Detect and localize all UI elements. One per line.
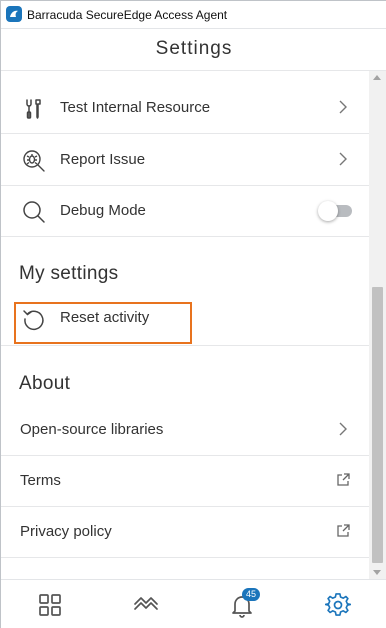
terms-label: Terms	[20, 472, 61, 489]
terms-row[interactable]: Terms	[1, 456, 369, 507]
debug-mode-label: Debug Mode	[60, 202, 146, 219]
notification-count-badge: 45	[242, 588, 260, 601]
privacy-policy-row[interactable]: Privacy policy	[1, 507, 369, 558]
external-link-icon	[335, 472, 351, 488]
debug-mode-row: Debug Mode	[1, 186, 369, 237]
toggle-knob	[318, 201, 338, 221]
privacy-policy-label: Privacy policy	[20, 523, 112, 540]
app-window: Barracuda SecureEdge Access Agent Settin…	[0, 0, 386, 628]
page-title: Settings	[155, 38, 233, 59]
debug-mode-toggle[interactable]	[318, 201, 352, 221]
highlight-box	[14, 302, 192, 344]
activity-chart-icon[interactable]	[133, 592, 159, 618]
tools-icon	[21, 96, 47, 122]
search-icon	[21, 199, 47, 225]
test-internal-resource-label: Test Internal Resource	[60, 99, 211, 116]
chevron-right-icon	[337, 421, 349, 437]
bottom-navigation: 45	[1, 579, 386, 628]
scroll-thumb[interactable]	[372, 287, 383, 563]
chevron-right-icon	[337, 151, 349, 167]
settings-content: Test Internal Resource Report Issue Debu…	[1, 71, 369, 579]
report-issue-row[interactable]: Report Issue	[1, 135, 369, 186]
about-heading: About	[19, 373, 71, 394]
test-internal-resource-row[interactable]: Test Internal Resource	[1, 83, 369, 134]
settings-gear-icon[interactable]	[324, 592, 352, 618]
report-issue-label: Report Issue	[60, 151, 146, 168]
open-source-libraries-row[interactable]: Open-source libraries	[1, 405, 369, 456]
external-link-icon	[335, 523, 351, 539]
bug-report-icon	[21, 148, 47, 174]
settings-header: Settings	[1, 29, 386, 71]
scroll-up-arrow-icon[interactable]	[373, 75, 381, 80]
title-bar: Barracuda SecureEdge Access Agent	[1, 1, 386, 29]
window-title: Barracuda SecureEdge Access Agent	[27, 8, 228, 22]
open-source-libraries-label: Open-source libraries	[20, 421, 164, 438]
dashboard-grid-icon[interactable]	[37, 592, 63, 618]
chevron-right-icon	[337, 99, 349, 115]
scroll-down-arrow-icon[interactable]	[373, 570, 381, 575]
barracuda-logo-icon	[6, 6, 22, 22]
my-settings-heading: My settings	[19, 263, 119, 284]
vertical-scrollbar[interactable]	[369, 71, 386, 579]
